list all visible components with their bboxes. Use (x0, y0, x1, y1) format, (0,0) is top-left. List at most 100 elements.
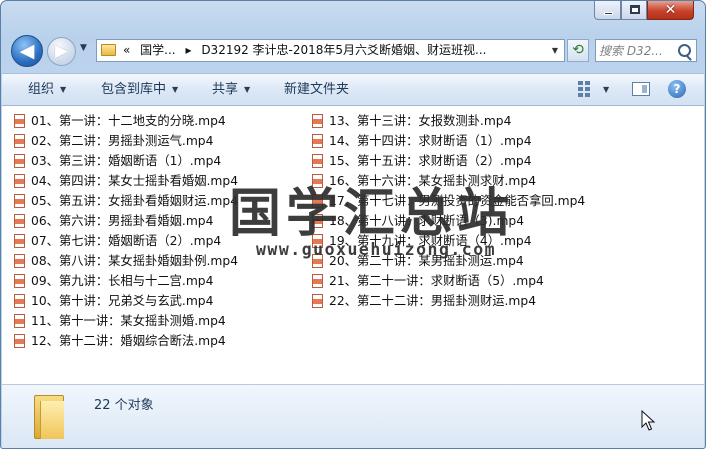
help-button[interactable]: ? (668, 80, 686, 98)
list-item[interactable]: 12、第十二讲：婚姻综合断法.mp4 (14, 331, 226, 351)
list-item[interactable]: 07、第七讲：婚姻断语（2）.mp4 (14, 231, 221, 251)
mp4-file-icon (14, 234, 25, 248)
mouse-cursor-icon (641, 410, 656, 431)
organize-label: 组织 (28, 82, 55, 97)
file-name: 03、第三讲：婚姻断语（1）.mp4 (31, 154, 222, 168)
list-item[interactable]: 01、第一讲：十二地支的分晓.mp4 (14, 111, 226, 131)
list-item[interactable]: 15、第十五讲：求财断语（2）.mp4 (312, 151, 532, 171)
back-arrow-icon: ◀ (19, 40, 35, 62)
file-name: 05、第五讲：女摇卦看婚姻财运.mp4 (31, 194, 239, 208)
minimize-button[interactable] (594, 1, 621, 20)
mp4-file-icon (14, 294, 25, 308)
search-input[interactable] (599, 41, 675, 60)
mp4-file-icon (14, 214, 25, 228)
mp4-file-icon (14, 174, 25, 188)
list-item[interactable]: 22、第二十二讲：男摇卦测财运.mp4 (312, 291, 536, 311)
list-item[interactable]: 04、第四讲：某女士摇卦看婚姻.mp4 (14, 171, 238, 191)
forward-button[interactable]: ▶ (47, 37, 76, 66)
share-label: 共享 (212, 82, 239, 97)
refresh-icon: ⟲ (572, 42, 584, 58)
breadcrumb-overflow-chevron[interactable]: « (123, 43, 130, 57)
file-name: 09、第九讲：长相与十二宫.mp4 (31, 274, 214, 288)
file-name: 04、第四讲：某女士摇卦看婚姻.mp4 (31, 174, 239, 188)
search-box[interactable] (595, 39, 697, 62)
mp4-file-icon (312, 294, 323, 308)
list-item[interactable]: 13、第十三讲：女报数测卦.mp4 (312, 111, 511, 131)
mp4-file-icon (312, 154, 323, 168)
mp4-file-icon (14, 114, 25, 128)
mp4-file-icon (14, 274, 25, 288)
watermark-title: 国学汇总站 (229, 183, 515, 244)
explorer-window: ✕ ◀ ▶ ▼ « 国学... ▸ D32192 李计忠-2018年5月六爻断婚… (0, 0, 706, 449)
share-menu[interactable]: 共享 ▼ (212, 74, 250, 105)
list-item[interactable]: 09、第九讲：长相与十二宫.mp4 (14, 271, 213, 291)
file-name: 12、第十二讲：婚姻综合断法.mp4 (31, 334, 226, 348)
list-item[interactable]: 06、第六讲：男摇卦看婚姻.mp4 (14, 211, 213, 231)
change-view-button[interactable] (578, 80, 600, 98)
mp4-file-icon (312, 274, 323, 288)
list-item[interactable]: 21、第二十一讲：求财断语（5）.mp4 (312, 271, 544, 291)
address-dropdown[interactable]: ▼ (548, 40, 562, 61)
maximize-button[interactable] (621, 1, 647, 20)
recent-pages-dropdown[interactable]: ▼ (80, 43, 87, 53)
folder-icon-front (40, 401, 64, 439)
breadcrumb-item-parent[interactable]: 国学... (140, 43, 175, 57)
include-in-library-label: 包含到库中 (101, 82, 167, 97)
list-item[interactable]: 03、第三讲：婚姻断语（1）.mp4 (14, 151, 221, 171)
file-name: 02、第二讲：男摇卦测运气.mp4 (31, 134, 214, 148)
mp4-file-icon (312, 114, 323, 128)
view-grid-icon (585, 87, 590, 91)
mp4-file-icon (14, 334, 25, 348)
organize-menu[interactable]: 组织 ▼ (28, 74, 66, 105)
preview-pane-button[interactable] (632, 82, 650, 96)
item-count: 22 个对象 (94, 398, 154, 413)
refresh-button[interactable]: ⟲ (567, 39, 589, 62)
chevron-down-icon: ▼ (244, 85, 251, 94)
search-icon[interactable] (678, 44, 691, 57)
mp4-file-icon (312, 134, 323, 148)
view-options-dropdown[interactable]: ▼ (603, 74, 609, 105)
breadcrumb[interactable]: « 国学... ▸ D32192 李计忠-2018年5月六爻断婚姻、财运班视..… (123, 40, 493, 61)
file-name: 15、第十五讲：求财断语（2）.mp4 (329, 154, 532, 168)
file-name: 13、第十三讲：女报数测卦.mp4 (329, 114, 512, 128)
minimize-icon (604, 12, 613, 15)
include-in-library-menu[interactable]: 包含到库中 ▼ (101, 74, 178, 105)
view-grid-icon (578, 93, 583, 97)
back-button[interactable]: ◀ (11, 35, 43, 67)
list-item[interactable]: 05、第五讲：女摇卦看婚姻财运.mp4 (14, 191, 238, 211)
view-grid-icon (578, 87, 583, 91)
folder-icon (101, 44, 116, 56)
address-bar[interactable]: « 国学... ▸ D32192 李计忠-2018年5月六爻断婚姻、财运班视..… (96, 39, 565, 62)
new-folder-button[interactable]: 新建文件夹 (284, 74, 349, 105)
view-grid-icon (585, 93, 590, 97)
file-name: 14、第十四讲：求财断语（1）.mp4 (329, 134, 532, 148)
mp4-file-icon (14, 194, 25, 208)
mp4-file-icon (14, 314, 25, 328)
chevron-down-icon: ▼ (60, 85, 67, 94)
breadcrumb-item-current[interactable]: D32192 李计忠-2018年5月六爻断婚姻、财运班视... (201, 43, 486, 57)
mp4-file-icon (14, 154, 25, 168)
forward-arrow-icon: ▶ (54, 41, 69, 61)
list-item[interactable]: 14、第十四讲：求财断语（1）.mp4 (312, 131, 532, 151)
list-item[interactable]: 10、第十讲：兄弟爻与玄武.mp4 (14, 291, 213, 311)
file-name: 21、第二十一讲：求财断语（5）.mp4 (329, 274, 544, 288)
list-item[interactable]: 08、第八讲：某女摇卦婚姻卦例.mp4 (14, 251, 238, 271)
view-grid-icon (585, 81, 590, 85)
list-item[interactable]: 11、第十一讲：某女摇卦测婚.mp4 (14, 311, 226, 331)
file-name: 11、第十一讲：某女摇卦测婚.mp4 (31, 314, 226, 328)
view-grid-icon (578, 81, 583, 85)
breadcrumb-separator[interactable]: ▸ (185, 43, 191, 57)
command-bar: 组织 ▼ 包含到库中 ▼ 共享 ▼ 新建文件夹 ▼ ? (2, 73, 704, 106)
file-name: 06、第六讲：男摇卦看婚姻.mp4 (31, 214, 214, 228)
details-pane: 22 个对象 (2, 384, 704, 448)
file-name: 07、第七讲：婚姻断语（2）.mp4 (31, 234, 222, 248)
file-name: 22、第二十二讲：男摇卦测财运.mp4 (329, 294, 537, 308)
folder-icon (34, 395, 64, 439)
file-name: 01、第一讲：十二地支的分晓.mp4 (31, 114, 226, 128)
chevron-down-icon: ▼ (172, 85, 179, 94)
file-name: 08、第八讲：某女摇卦婚姻卦例.mp4 (31, 254, 239, 268)
close-button[interactable]: ✕ (647, 1, 694, 20)
list-item[interactable]: 02、第二讲：男摇卦测运气.mp4 (14, 131, 213, 151)
mp4-file-icon (14, 134, 25, 148)
mp4-file-icon (14, 254, 25, 268)
